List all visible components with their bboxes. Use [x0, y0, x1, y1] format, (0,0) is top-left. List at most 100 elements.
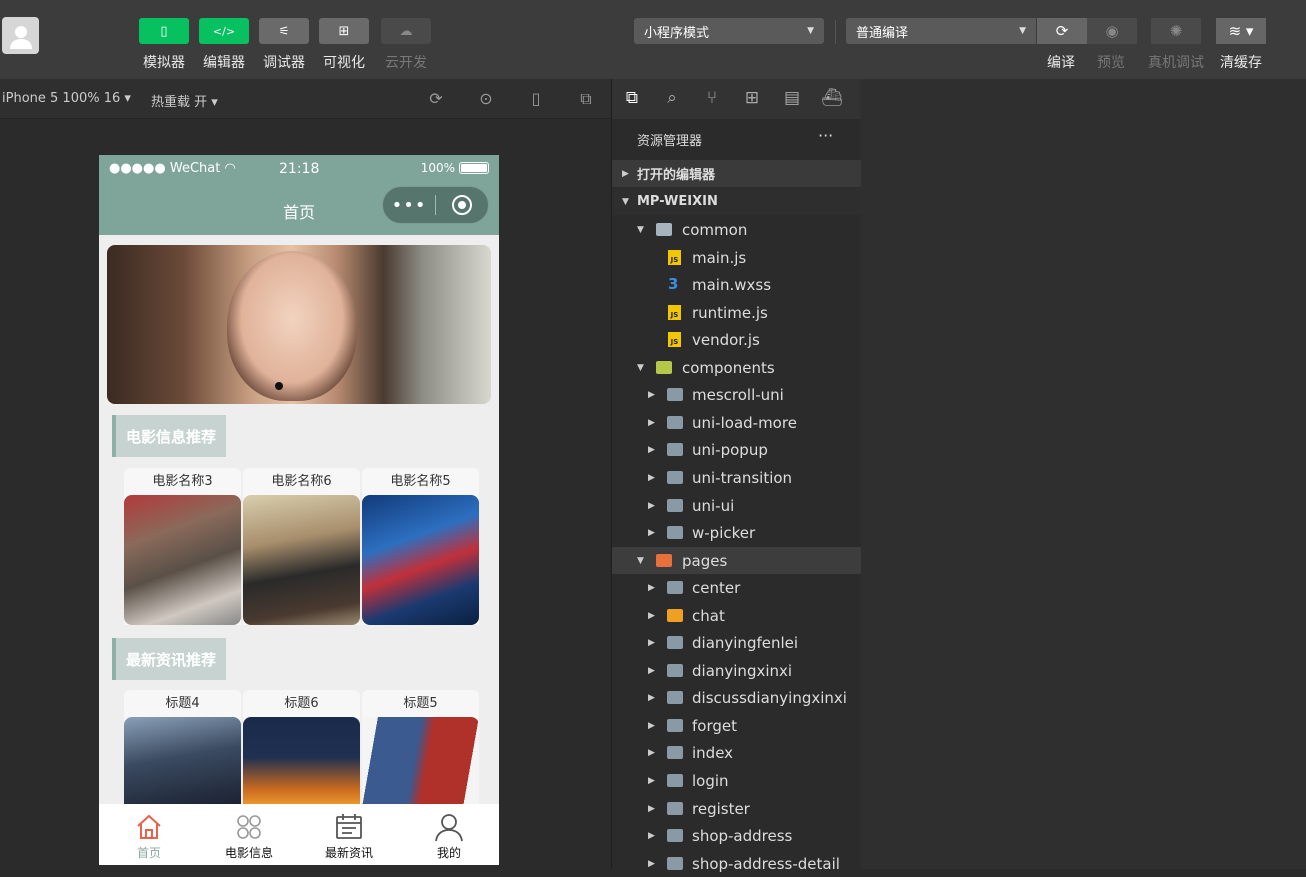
device-select-value: iPhone 5 100% 16	[2, 91, 121, 106]
file-item[interactable]: JS runtime.js	[612, 299, 861, 326]
folder-item[interactable]: ▼ pages	[612, 547, 861, 574]
swiper-indicator[interactable]	[275, 382, 283, 390]
item-label: pages	[682, 551, 728, 570]
docker-icon[interactable]: ⛴	[821, 87, 843, 109]
folder-item[interactable]: ▶ uni-load-more	[612, 409, 861, 436]
hot-reload-value: 热重载 开	[151, 95, 208, 110]
item-label: uni-load-more	[692, 413, 797, 432]
folder-item[interactable]: ▶ shop-address-detail	[612, 850, 861, 877]
chevron-right-icon: ▶	[648, 610, 655, 621]
folder-item[interactable]: ▶ register	[612, 795, 861, 822]
layers-icon: ≋ ▾	[1228, 22, 1254, 40]
activity-bar: ⧉ ⌕ ⑂ ⊞ ▤ ⛴	[612, 79, 861, 119]
file-item[interactable]: JS main.js	[612, 244, 861, 271]
tab-news[interactable]: 最新资讯	[299, 804, 399, 865]
movie-card[interactable]: 电影名称6	[243, 468, 360, 625]
layout-icon: ⊞	[338, 23, 350, 39]
js-file-icon: JS	[668, 250, 681, 265]
chat-folder-icon	[667, 609, 683, 622]
folder-item[interactable]: ▶ login	[612, 767, 861, 794]
movie-card[interactable]: 电影名称5	[362, 468, 479, 625]
stop-icon[interactable]: ⊙	[476, 89, 496, 109]
device-icon[interactable]: ▯	[526, 89, 546, 109]
news-card[interactable]: 标题6	[243, 690, 360, 807]
folder-item[interactable]: ▶ dianyingfenlei	[612, 629, 861, 656]
movie-cards: 电影名称3 电影名称6 电影名称5	[124, 468, 479, 625]
chevron-down-icon: ▼	[637, 224, 644, 235]
file-item[interactable]: 3 main.wxss	[612, 271, 861, 298]
detach-window-icon[interactable]: ⧉	[576, 89, 596, 109]
banner-swiper[interactable]	[107, 245, 491, 404]
eye-icon: ◉	[1105, 22, 1119, 40]
source-control-icon[interactable]: ⑂	[701, 87, 723, 109]
device-select[interactable]: iPhone 5 100% 16 ▾	[2, 91, 131, 106]
folder-item[interactable]: ▶ uni-ui	[612, 492, 861, 519]
cloud-label: 云开发	[385, 55, 427, 71]
open-editors-section[interactable]: ▶ 打开的编辑器	[612, 160, 861, 187]
tab-movies[interactable]: 电影信息	[199, 804, 299, 865]
battery-text: 100%	[420, 161, 455, 175]
news-cards: 标题4 标题6 标题5	[124, 690, 479, 807]
folder-item[interactable]: ▶ center	[612, 574, 861, 601]
avatar[interactable]	[2, 17, 39, 54]
search-icon[interactable]: ⌕	[661, 87, 683, 109]
debugger-button[interactable]: ⚟	[259, 18, 309, 44]
file-item[interactable]: JS vendor.js	[612, 326, 861, 353]
code-icon: </>	[212, 24, 236, 38]
project-section[interactable]: ▼ MP-WEIXIN	[612, 188, 861, 215]
tab-mine[interactable]: 我的	[399, 804, 499, 865]
folder-item[interactable]: ▶ shop-address	[612, 822, 861, 849]
preview-button[interactable]: ◉	[1087, 18, 1137, 44]
item-label: dianyingxinxi	[692, 661, 793, 680]
user-avatar-icon	[9, 25, 32, 49]
folder-item[interactable]: ▶ uni-transition	[612, 464, 861, 491]
folder-item[interactable]: ▶ mescroll-uni	[612, 381, 861, 408]
news-card[interactable]: 标题5	[362, 690, 479, 807]
preview-label: 预览	[1097, 55, 1125, 71]
simulator-button[interactable]: ▯	[139, 18, 189, 44]
folder-icon	[667, 416, 683, 429]
pages-folder-icon	[656, 554, 672, 567]
folder-item[interactable]: ▶ discussdianyingxinxi	[612, 684, 861, 711]
files-icon[interactable]: ⧉	[621, 87, 643, 109]
folder-item[interactable]: ▶ w-picker	[612, 519, 861, 546]
folder-item[interactable]: ▶ uni-popup	[612, 436, 861, 463]
folder-item[interactable]: ▶ chat	[612, 602, 861, 629]
chevron-right-icon: ▶	[648, 637, 655, 648]
card-title: 电影名称5	[390, 474, 451, 489]
card-image	[362, 495, 479, 625]
card-title: 标题5	[403, 696, 438, 711]
folder-item[interactable]: ▼ components	[612, 354, 861, 381]
save-icon[interactable]: ▤	[781, 87, 803, 109]
hot-reload-toggle[interactable]: 热重载 开 ▾	[151, 91, 218, 110]
more-icon[interactable]: •••	[383, 195, 435, 216]
compile-select[interactable]: 普通编译 ▼	[846, 18, 1036, 44]
folder-item[interactable]: ▶ forget	[612, 712, 861, 739]
cloud-icon: ☁	[399, 23, 413, 39]
reload-icon[interactable]: ⟳	[426, 89, 446, 109]
capsule-menu[interactable]: •••	[382, 186, 489, 224]
chevron-down-icon: ▼	[1019, 26, 1026, 36]
folder-item[interactable]: ▼ common	[612, 216, 861, 243]
movie-card[interactable]: 电影名称3	[124, 468, 241, 625]
folder-icon	[667, 636, 683, 649]
folder-icon	[667, 719, 683, 732]
folder-item[interactable]: ▶ index	[612, 739, 861, 766]
news-card[interactable]: 标题4	[124, 690, 241, 807]
remote-debug-button[interactable]: ✺	[1151, 18, 1201, 44]
close-miniprogram-icon[interactable]	[436, 195, 488, 215]
extensions-icon[interactable]: ⊞	[741, 87, 763, 109]
chevron-right-icon: ▶	[648, 858, 655, 869]
cloud-button[interactable]: ☁	[381, 18, 431, 44]
mode-select[interactable]: 小程序模式 ▼	[634, 18, 824, 44]
folder-item[interactable]: ▶ dianyingxinxi	[612, 657, 861, 684]
visual-button[interactable]: ⊞	[319, 18, 369, 44]
clear-cache-button[interactable]: ≋ ▾	[1216, 18, 1266, 44]
tab-home[interactable]: 首页	[99, 804, 199, 865]
compile-button[interactable]: ⟳	[1037, 18, 1087, 44]
item-label: uni-ui	[692, 496, 735, 515]
toolbar-divider	[835, 20, 836, 44]
nav-header: ●●●●● WeChat ◠ 21:18 100% 首页 •••	[99, 155, 499, 235]
more-actions-icon[interactable]: ···	[818, 126, 833, 145]
editor-button[interactable]: </>	[199, 18, 249, 44]
